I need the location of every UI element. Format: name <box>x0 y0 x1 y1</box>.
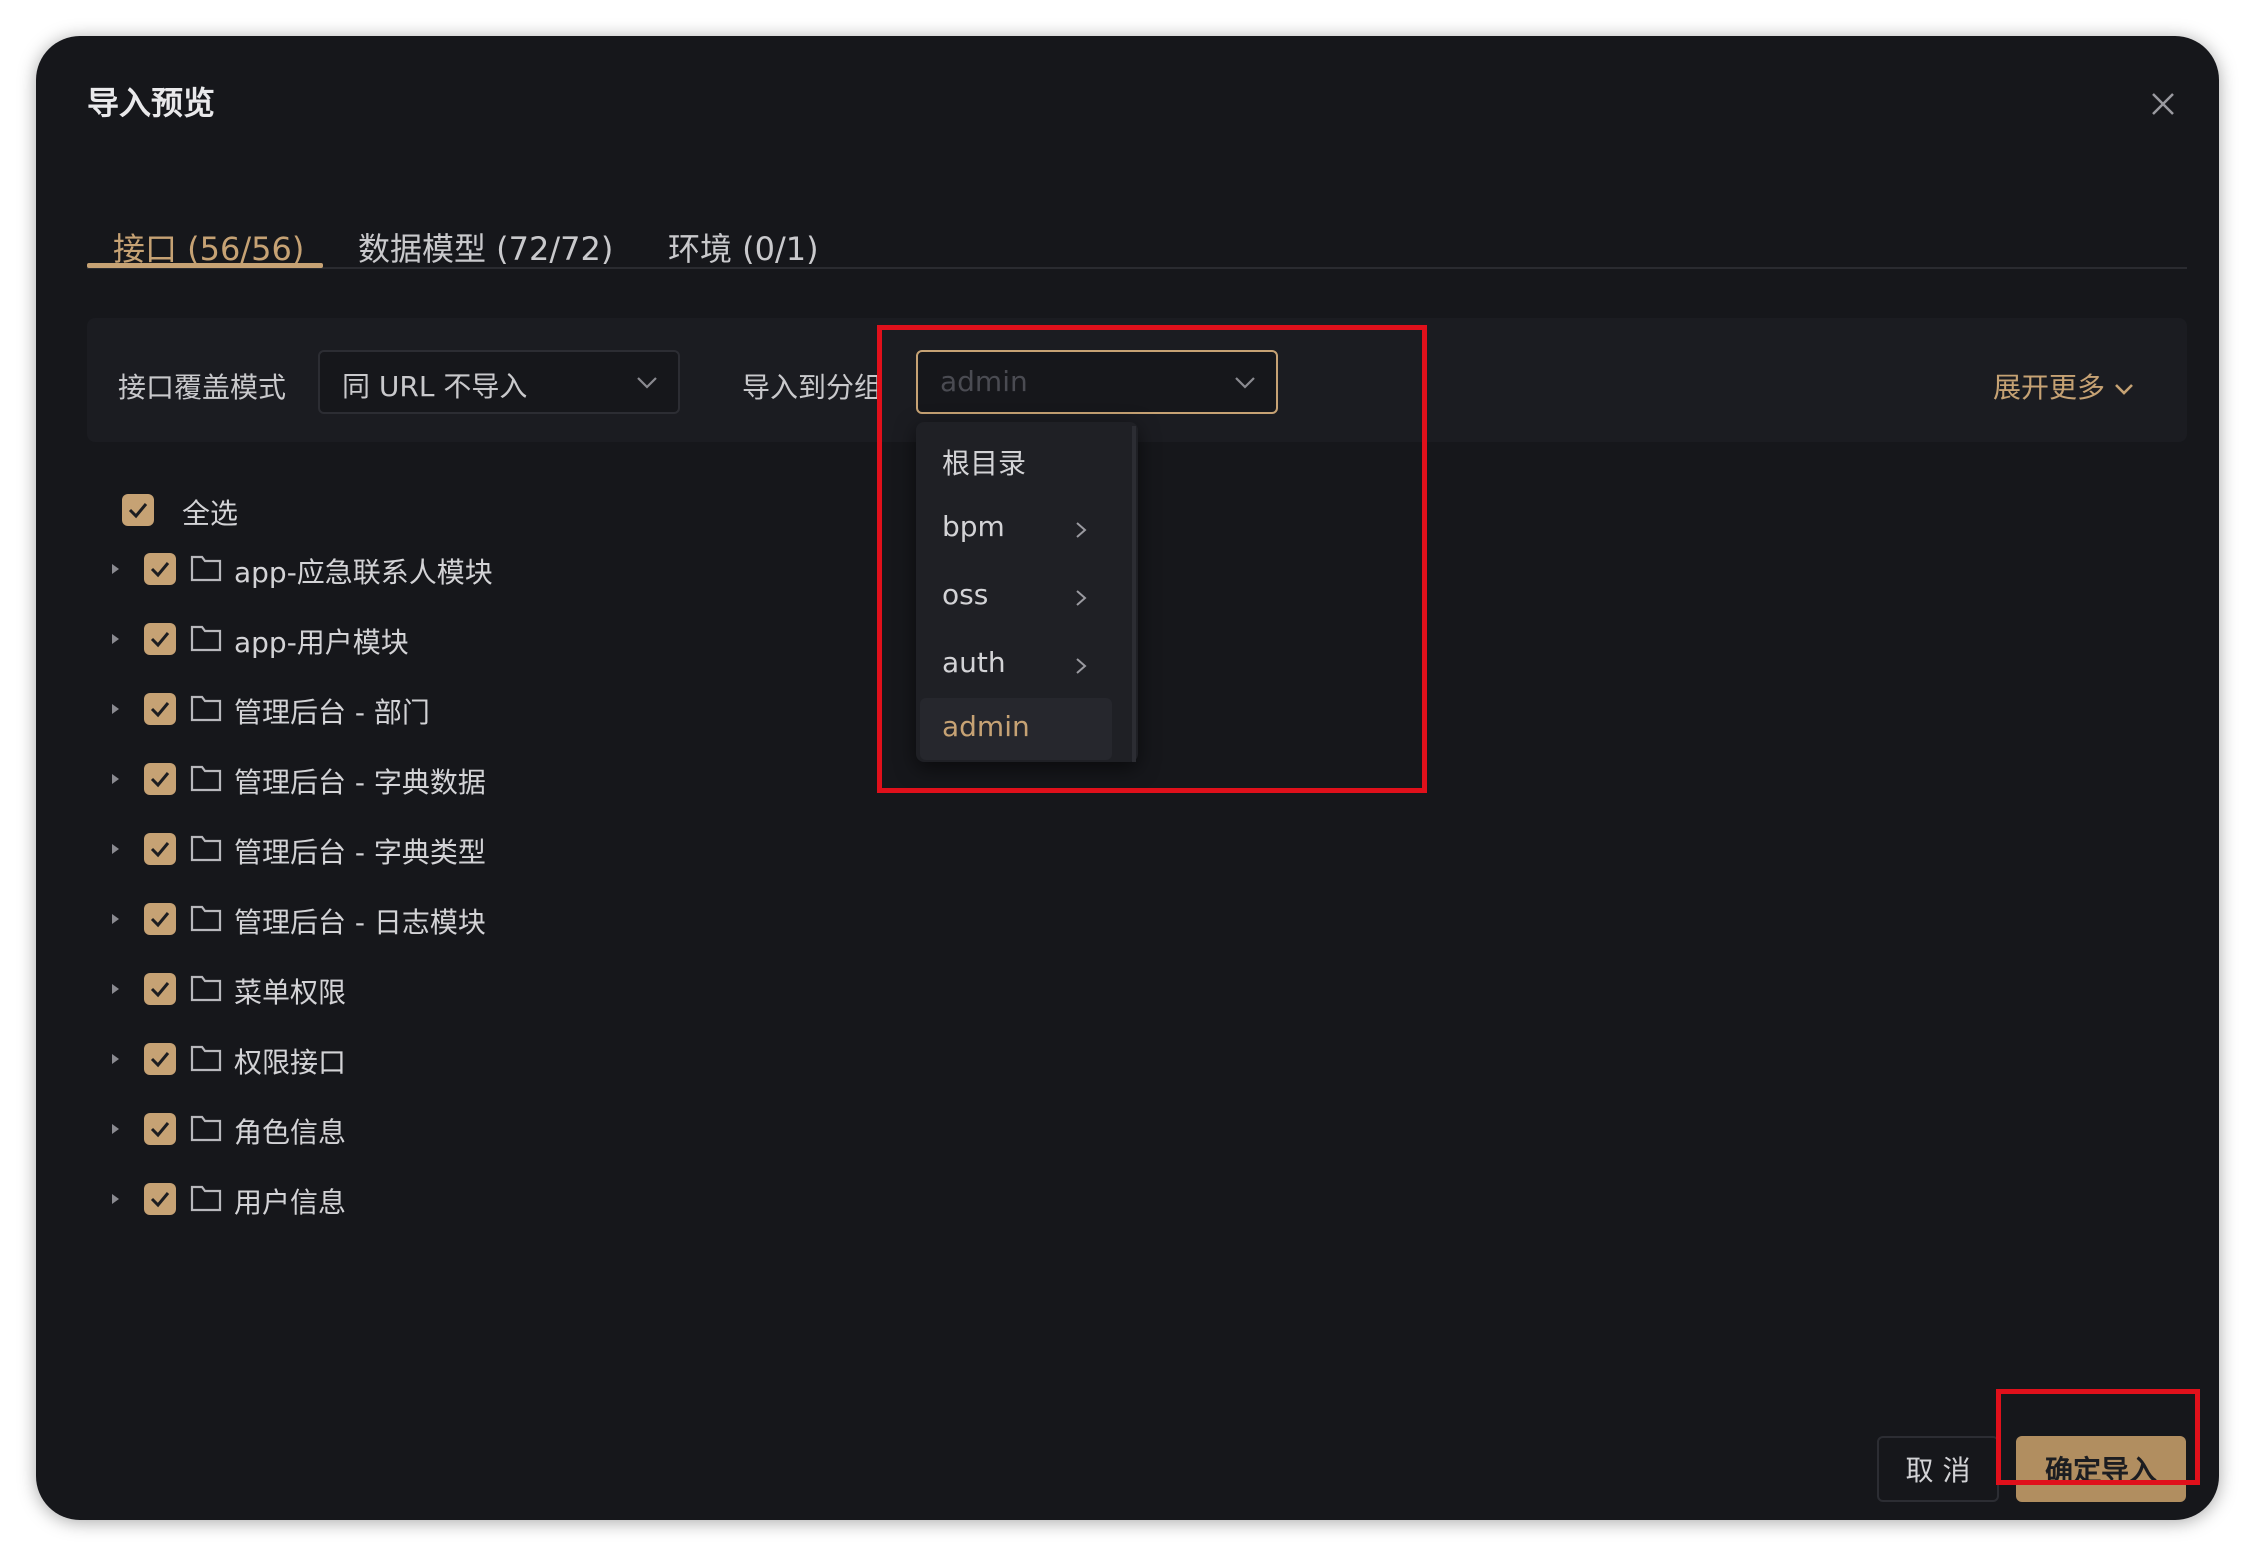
import-group-value: admin <box>940 365 1028 398</box>
folder-label: 用户信息 <box>234 1186 347 1219</box>
caret-right-icon[interactable] <box>108 839 124 859</box>
cancel-button[interactable]: 取 消 <box>1877 1436 1999 1502</box>
tree-row[interactable]: 管理后台 - 字典数据 <box>108 755 808 805</box>
folder-checkbox[interactable] <box>144 623 176 655</box>
folder-icon <box>190 1045 222 1072</box>
caret-right-icon[interactable] <box>108 559 124 579</box>
dropdown-scrollbar[interactable] <box>1132 426 1136 762</box>
folder-label: app-用户模块 <box>234 626 409 659</box>
folder-label: 管理后台 - 字典类型 <box>234 836 486 869</box>
override-mode-label: 接口覆盖模式 <box>118 371 287 404</box>
chevron-right-icon <box>1076 590 1087 606</box>
folder-checkbox[interactable] <box>144 693 176 725</box>
import-preview-dialog: 导入预览 接口 (56/56) 数据模型 (72/72) 环境 (0/1) 接口… <box>36 36 2219 1520</box>
import-group-select[interactable]: admin <box>916 350 1278 414</box>
chevron-right-icon <box>1076 522 1087 538</box>
check-icon <box>150 632 170 648</box>
select-all-checkbox[interactable] <box>122 494 154 526</box>
check-icon <box>150 842 170 858</box>
folder-icon <box>190 1185 222 1212</box>
tree-row[interactable]: app-用户模块 <box>108 615 808 665</box>
folder-icon <box>190 765 222 792</box>
folder-checkbox[interactable] <box>144 1183 176 1215</box>
tree-row[interactable]: 权限接口 <box>108 1035 808 1085</box>
folder-checkbox[interactable] <box>144 763 176 795</box>
folder-checkbox[interactable] <box>144 1113 176 1145</box>
folder-label: 菜单权限 <box>234 976 347 1009</box>
tree-row[interactable]: 管理后台 - 日志模块 <box>108 895 808 945</box>
caret-right-icon[interactable] <box>108 769 124 789</box>
caret-right-icon[interactable] <box>108 979 124 999</box>
check-icon <box>150 1192 170 1208</box>
caret-right-icon[interactable] <box>108 629 124 649</box>
folder-label: 管理后台 - 字典数据 <box>234 766 486 799</box>
tree-row[interactable]: 角色信息 <box>108 1105 808 1155</box>
active-tab-indicator <box>87 263 323 268</box>
folder-label: 权限接口 <box>234 1046 347 1079</box>
chevron-down-icon <box>2115 384 2133 395</box>
caret-right-icon[interactable] <box>108 699 124 719</box>
chevron-right-icon <box>1076 658 1087 674</box>
folder-label: app-应急联系人模块 <box>234 556 493 589</box>
tabs-divider <box>87 267 2187 269</box>
tree-row[interactable]: 用户信息 <box>108 1175 808 1225</box>
dropdown-item-bpm[interactable]: bpm <box>920 498 1112 560</box>
folder-icon <box>190 695 222 722</box>
chevron-down-icon <box>637 377 657 389</box>
check-icon <box>150 702 170 718</box>
import-group-label: 导入到分组 <box>742 371 883 404</box>
tab-environments[interactable]: 环境 (0/1) <box>668 224 819 270</box>
dropdown-item-auth[interactable]: auth <box>920 634 1112 696</box>
dropdown-item-label: oss <box>942 578 989 611</box>
folder-icon <box>190 905 222 932</box>
folder-checkbox[interactable] <box>144 553 176 585</box>
dropdown-item-label: admin <box>942 710 1030 743</box>
tree-row[interactable]: 管理后台 - 部门 <box>108 685 808 735</box>
check-icon <box>150 772 170 788</box>
dropdown-item-root[interactable]: 根目录 <box>920 430 1112 492</box>
override-mode-value: 同 URL 不导入 <box>342 370 528 403</box>
dropdown-item-admin[interactable]: admin <box>920 698 1112 760</box>
tree-row[interactable]: app-应急联系人模块 <box>108 545 808 595</box>
check-icon <box>128 503 148 519</box>
dropdown-item-label: bpm <box>942 510 1005 543</box>
dropdown-item-label: 根目录 <box>942 447 1027 480</box>
expand-more-label: 展开更多 <box>1993 371 2106 404</box>
folder-icon <box>190 625 222 652</box>
check-icon <box>150 912 170 928</box>
chevron-down-icon <box>1235 377 1255 389</box>
close-icon[interactable] <box>2143 84 2183 124</box>
caret-right-icon[interactable] <box>108 909 124 929</box>
folder-icon <box>190 555 222 582</box>
folder-checkbox[interactable] <box>144 1043 176 1075</box>
folder-checkbox[interactable] <box>144 903 176 935</box>
folder-icon <box>190 975 222 1002</box>
folder-icon <box>190 1115 222 1142</box>
tree-row[interactable]: 管理后台 - 字典类型 <box>108 825 808 875</box>
folder-label: 管理后台 - 部门 <box>234 696 430 729</box>
check-icon <box>150 1122 170 1138</box>
caret-right-icon[interactable] <box>108 1119 124 1139</box>
tab-data-models[interactable]: 数据模型 (72/72) <box>358 224 613 270</box>
tree-row[interactable]: 菜单权限 <box>108 965 808 1015</box>
confirm-import-button[interactable]: 确定导入 <box>2016 1436 2186 1502</box>
caret-right-icon[interactable] <box>108 1189 124 1209</box>
dropdown-item-label: auth <box>942 646 1006 679</box>
dialog-title: 导入预览 <box>87 84 216 122</box>
folder-label: 管理后台 - 日志模块 <box>234 906 486 939</box>
select-all-label: 全选 <box>182 497 239 530</box>
check-icon <box>150 1052 170 1068</box>
expand-more-button[interactable]: 展开更多 <box>1993 366 2135 406</box>
folder-checkbox[interactable] <box>144 973 176 1005</box>
override-mode-select[interactable]: 同 URL 不导入 <box>318 350 680 414</box>
folder-checkbox[interactable] <box>144 833 176 865</box>
check-icon <box>150 562 170 578</box>
group-dropdown-menu: 根目录 bpm oss auth admin <box>916 422 1138 762</box>
dropdown-item-oss[interactable]: oss <box>920 566 1112 628</box>
folder-label: 角色信息 <box>234 1116 347 1149</box>
caret-right-icon[interactable] <box>108 1049 124 1069</box>
folder-icon <box>190 835 222 862</box>
check-icon <box>150 982 170 998</box>
